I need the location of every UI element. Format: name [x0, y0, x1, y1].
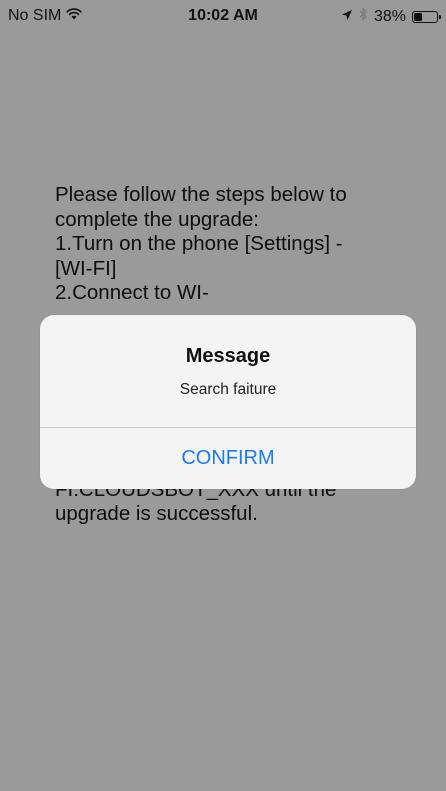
status-right: 38%: [341, 7, 441, 26]
alert-message: Search faiture: [179, 381, 277, 398]
battery-percent: 38%: [373, 7, 406, 25]
battery-fill: [414, 12, 423, 21]
status-bar: No SIM 10:02 AM 38%: [0, 0, 446, 34]
battery-icon: [412, 10, 441, 23]
confirm-button[interactable]: CONFIRM: [40, 428, 416, 489]
instruction-line: Please follow the steps below to: [55, 183, 347, 206]
bluetooth-icon: [359, 7, 368, 26]
location-arrow-icon: [341, 8, 353, 26]
instruction-line: 2.Connect to WI-: [55, 281, 209, 304]
alert-title: Message: [185, 345, 271, 367]
instruction-line: 1.Turn on the phone [Settings] -: [55, 232, 343, 255]
instruction-line: upgrade is successful.: [55, 502, 258, 525]
instruction-line: [WI-FI]: [55, 256, 117, 280]
instruction-line: complete the upgrade:: [55, 207, 259, 231]
battery-tip: [439, 14, 441, 19]
alert-dialog: Message Search faiture CONFIRM: [40, 315, 416, 489]
